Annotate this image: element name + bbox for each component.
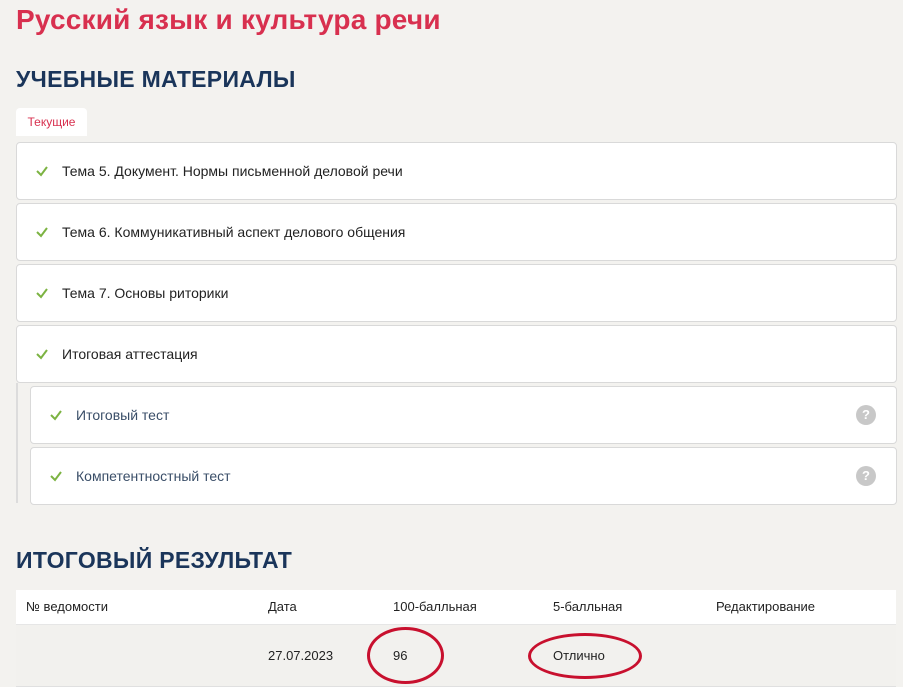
table-row: 27.07.2023 96 Отлично — [16, 625, 896, 687]
final-attestation-item[interactable]: Итоговая аттестация — [16, 325, 897, 383]
topic-label: Тема 5. Документ. Нормы письменной делов… — [62, 163, 403, 179]
col-statement: № ведомости — [26, 599, 108, 614]
check-icon — [50, 410, 62, 421]
help-icon[interactable]: ? — [856, 466, 876, 486]
tab-current[interactable]: Текущие — [16, 108, 87, 136]
topic-label: Тема 7. Основы риторики — [62, 285, 229, 301]
competency-test-item[interactable]: Компетентностный тест ? — [30, 447, 897, 505]
check-icon — [36, 166, 48, 177]
check-icon — [50, 471, 62, 482]
topic-label: Тема 6. Коммуникативный аспект делового … — [62, 224, 406, 240]
help-icon[interactable]: ? — [856, 405, 876, 425]
topic-label: Итоговая аттестация — [62, 346, 198, 362]
col-edit: Редактирование — [716, 599, 816, 614]
col-score100: 100-балльная — [393, 599, 477, 614]
check-icon — [36, 288, 48, 299]
cell-date: 27.07.2023 — [268, 648, 334, 663]
check-icon — [36, 349, 48, 360]
subitem-label: Компетентностный тест — [76, 468, 231, 484]
course-title: Русский язык и культура речи — [16, 4, 441, 35]
annotation-ellipse-score5 — [528, 633, 642, 679]
subitem-label: Итоговый тест — [76, 407, 170, 423]
result-table-header: № ведомости Дата 100-балльная 5-балльная… — [16, 590, 896, 625]
col-date: Дата — [268, 599, 297, 614]
col-score5: 5-балльная — [553, 599, 623, 614]
topic-item-6[interactable]: Тема 6. Коммуникативный аспект делового … — [16, 203, 897, 261]
subitems-rail — [16, 383, 18, 503]
final-test-item[interactable]: Итоговый тест ? — [30, 386, 897, 444]
materials-heading: УЧЕБНЫЕ МАТЕРИАЛЫ — [16, 66, 296, 92]
topic-item-5[interactable]: Тема 5. Документ. Нормы письменной делов… — [16, 142, 897, 200]
annotation-ellipse-score100 — [367, 627, 444, 684]
result-heading: ИТОГОВЫЙ РЕЗУЛЬТАТ — [16, 547, 293, 573]
topic-item-7[interactable]: Тема 7. Основы риторики — [16, 264, 897, 322]
check-icon — [36, 227, 48, 238]
